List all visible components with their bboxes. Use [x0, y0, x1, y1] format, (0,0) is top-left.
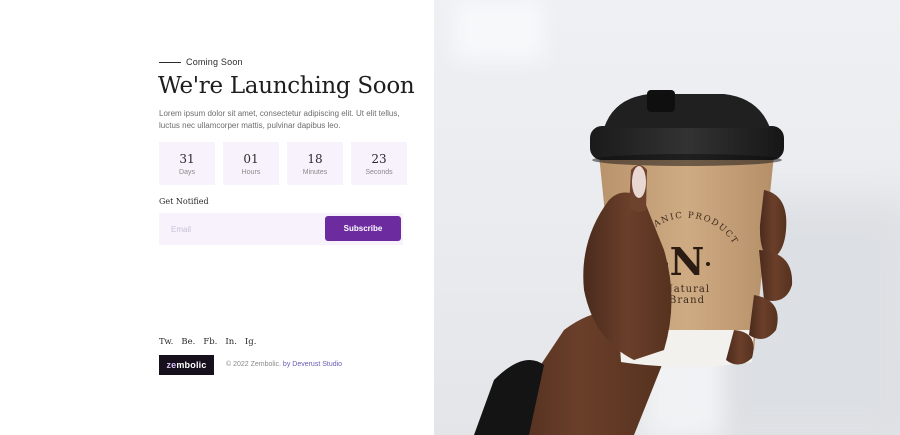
social-links: Tw. Be. Fb. In. Ig. [159, 337, 256, 347]
social-link-instagram[interactable]: Ig. [245, 337, 257, 347]
brand-logo[interactable]: ze mbolic [159, 355, 214, 375]
subscribe-button[interactable]: Subscribe [325, 216, 401, 241]
countdown-value: 01 [243, 151, 259, 166]
countdown-days: 31 Days [159, 142, 215, 185]
page-description: Lorem ipsum dolor sit amet, consectetur … [159, 109, 400, 130]
notify-label: Get Notified [159, 197, 209, 206]
social-link-linkedin[interactable]: In. [225, 337, 237, 347]
content-panel: Coming Soon We're Launching Soon Lorem i… [0, 0, 434, 435]
countdown-value: 31 [179, 151, 195, 166]
countdown: 31 Days 01 Hours 18 Minutes 23 Seconds [159, 142, 407, 185]
hero-photo: ORGANIC PRODUCT N Natural Brand [434, 0, 900, 435]
subscribe-form: Subscribe [159, 213, 403, 245]
email-field[interactable] [159, 213, 324, 245]
page-title: We're Launching Soon [158, 73, 415, 99]
studio-credit-link[interactable]: by Deverust Studio [283, 361, 342, 368]
eyebrow: Coming Soon [159, 57, 243, 67]
countdown-value: 18 [307, 151, 323, 166]
social-link-facebook[interactable]: Fb. [203, 337, 217, 347]
countdown-value: 23 [371, 151, 387, 166]
logo-prefix: ze [166, 360, 177, 370]
eyebrow-text: Coming Soon [186, 57, 243, 67]
copyright: © 2022 Zembolic. by Deverust Studio [226, 361, 342, 368]
countdown-seconds: 23 Seconds [351, 142, 407, 185]
countdown-label: Seconds [365, 168, 393, 176]
countdown-hours: 01 Hours [223, 142, 279, 185]
countdown-label: Hours [241, 168, 261, 176]
copyright-text: © 2022 Zembolic. [226, 361, 281, 368]
cup-monogram: N [670, 239, 705, 284]
countdown-label: Days [179, 168, 195, 176]
logo-suffix: mbolic [176, 360, 207, 370]
eyebrow-line [159, 61, 181, 63]
countdown-label: Minutes [302, 168, 328, 176]
countdown-minutes: 18 Minutes [287, 142, 343, 185]
social-link-behance[interactable]: Be. [181, 337, 195, 347]
cup-brand-line2: Brand [669, 295, 705, 306]
social-link-twitter[interactable]: Tw. [159, 337, 173, 347]
coffee-cup-illustration: ORGANIC PRODUCT N Natural Brand [474, 90, 793, 435]
